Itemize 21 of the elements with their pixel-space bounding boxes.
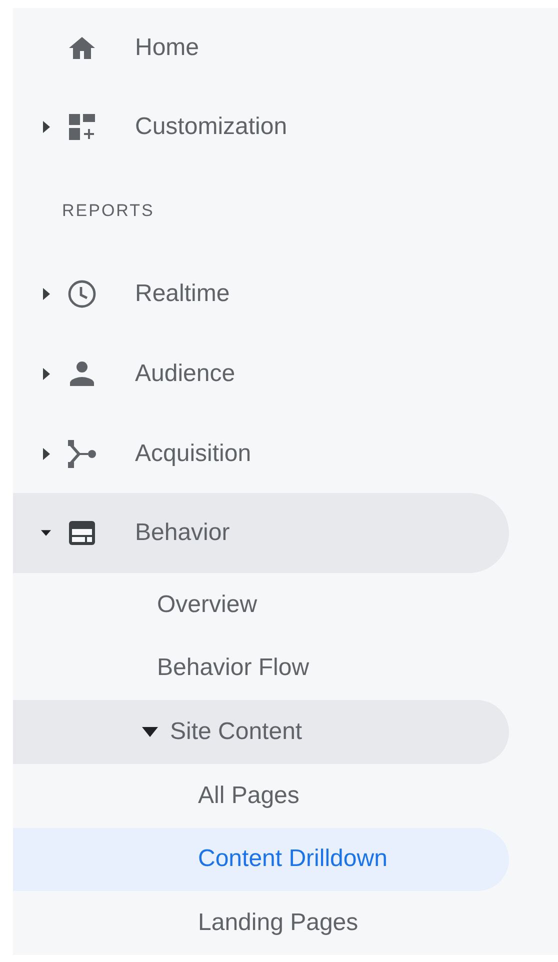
nav-item[interactable]: Site Content — [13, 700, 509, 764]
section-title: REPORTS — [61, 200, 156, 222]
caret-right-icon[interactable] — [42, 121, 50, 134]
nav-item[interactable]: Realtime — [13, 254, 509, 334]
caret-right-icon[interactable] — [42, 288, 50, 300]
caret-right-icon[interactable] — [42, 368, 50, 380]
nav-item[interactable]: All Pages — [13, 764, 509, 828]
nav-item[interactable]: Acquisition — [13, 414, 509, 494]
nav-item[interactable]: Overview — [13, 573, 509, 637]
caret-down-icon[interactable] — [41, 529, 51, 538]
nav-item[interactable]: Audience — [13, 334, 509, 414]
nav-item[interactable]: Content Drilldown — [13, 828, 509, 892]
nav-item[interactable]: Behavior Flow — [13, 636, 509, 700]
caret-down-icon[interactable] — [142, 727, 158, 738]
clock-icon — [66, 278, 98, 310]
nav-item[interactable]: Home — [13, 8, 509, 88]
branch-icon — [66, 438, 98, 470]
nav-item[interactable]: Customization — [13, 88, 509, 168]
caret-right-icon[interactable] — [42, 448, 50, 460]
nav-item[interactable]: Behavior — [13, 493, 509, 573]
nav-item[interactable]: Landing Pages — [13, 891, 509, 955]
